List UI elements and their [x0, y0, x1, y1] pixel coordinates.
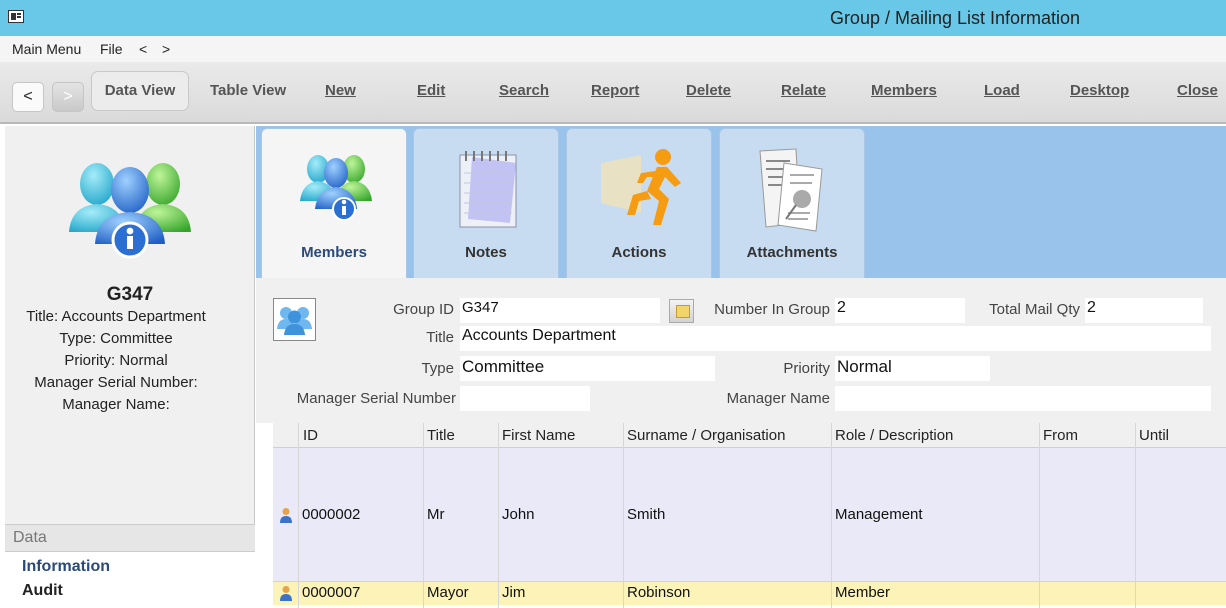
back-button[interactable]: <: [12, 82, 44, 112]
window-icon[interactable]: [8, 10, 24, 23]
audit-link[interactable]: Audit: [22, 582, 63, 600]
col-header-title[interactable]: Title: [427, 427, 455, 444]
column-divider: [1039, 423, 1040, 608]
table-view-button[interactable]: Table View: [210, 82, 286, 99]
menu-back[interactable]: <: [139, 41, 147, 57]
col-header-role[interactable]: Role / Description: [835, 427, 953, 444]
summary-manager-name: Manager Name:: [62, 396, 170, 413]
running-man-icon: [601, 149, 681, 225]
column-divider: [1135, 423, 1136, 608]
number-in-group-label: Number In Group: [714, 301, 830, 318]
group-code: G347: [106, 284, 154, 305]
cell-title: Mayor: [427, 584, 469, 601]
tab-notes[interactable]: Notes: [413, 128, 559, 278]
menu-main-menu[interactable]: Main Menu: [12, 41, 81, 57]
column-divider: [498, 423, 499, 608]
group-id-input[interactable]: G347: [460, 298, 660, 323]
column-divider: [831, 423, 832, 608]
tab-actions-label: Actions: [611, 244, 667, 261]
person-icon: [280, 586, 292, 601]
group-form: Group ID G347 Number In Group 2 Total Ma…: [256, 278, 1226, 423]
column-divider: [423, 423, 424, 608]
group-mini-icon: [277, 307, 312, 335]
forward-button[interactable]: >: [52, 82, 84, 112]
cell-id: 0000007: [302, 584, 361, 601]
cell-role: Management: [835, 506, 923, 523]
manager-serial-input[interactable]: [460, 386, 590, 411]
load-button[interactable]: Load: [984, 82, 1020, 99]
window-title: Group / Mailing List Information: [829, 8, 1081, 28]
tab-notes-label: Notes: [465, 244, 507, 261]
tab-members[interactable]: Members: [261, 128, 407, 280]
data-view-button[interactable]: Data View: [91, 71, 189, 111]
summary-title: Title: Accounts Department: [26, 308, 206, 325]
column-divider: [298, 423, 299, 608]
notepad-icon: [459, 151, 517, 228]
col-header-first-name[interactable]: First Name: [502, 427, 575, 444]
table-row-selected[interactable]: 0000007 Mayor Jim Robinson Member: [273, 581, 1226, 605]
tab-actions[interactable]: Actions: [566, 128, 712, 278]
type-label: Type: [421, 360, 454, 377]
cell-surname: Robinson: [627, 584, 691, 601]
delete-button[interactable]: Delete: [686, 82, 731, 99]
cell-role: Member: [835, 584, 891, 601]
data-section-heading: Data: [5, 524, 255, 552]
relate-button[interactable]: Relate: [781, 82, 826, 99]
data-section-links: Information Audit: [5, 552, 255, 608]
summary-priority: Priority: Normal: [64, 352, 168, 369]
title-input[interactable]: Accounts Department: [460, 326, 1211, 351]
title-bar: Group / Mailing List Information: [0, 0, 1226, 36]
cell-id: 0000002: [302, 506, 361, 523]
table-header: ID Title First Name Surname / Organisati…: [273, 423, 1226, 448]
col-header-until[interactable]: Until: [1139, 427, 1169, 444]
title-label: Title: [426, 329, 454, 346]
total-mail-qty-input[interactable]: 2: [1085, 298, 1203, 323]
members-icon: [300, 155, 372, 221]
group-members-icon: [69, 163, 191, 259]
col-header-id[interactable]: ID: [303, 427, 318, 444]
menu-bar: Main Menu File < >: [0, 36, 1226, 62]
manager-serial-label: Manager Serial Number: [296, 390, 456, 407]
summary-type: Type: Committee: [59, 330, 173, 347]
attachments-icon: [759, 148, 823, 232]
summary-panel: G347 Title: Accounts Department Type: Co…: [5, 126, 255, 608]
manager-name-input[interactable]: [835, 386, 1211, 411]
members-table: ID Title First Name Surname / Organisati…: [273, 423, 1226, 608]
group-id-label: Group ID: [393, 301, 454, 318]
col-header-surname[interactable]: Surname / Organisation: [627, 427, 785, 444]
person-icon: [280, 508, 292, 523]
summary-manager-serial: Manager Serial Number:: [34, 374, 198, 391]
tab-strip: Members Notes Actions Attachments: [256, 126, 1226, 280]
manager-name-label: Manager Name: [726, 390, 830, 407]
members-button[interactable]: Members: [871, 82, 937, 99]
close-button[interactable]: Close: [1177, 82, 1218, 99]
cell-title: Mr: [427, 506, 445, 523]
tab-attachments-label: Attachments: [746, 244, 838, 261]
cell-surname: Smith: [627, 506, 666, 523]
table-row[interactable]: 0000002 Mr John Smith Management: [273, 448, 1226, 581]
cell-first-name: John: [502, 506, 535, 523]
toolbar: < > Data View Table View New Edit Search…: [0, 62, 1226, 124]
search-button[interactable]: Search: [499, 82, 549, 99]
menu-forward[interactable]: >: [162, 41, 170, 57]
priority-label: Priority: [783, 360, 830, 377]
cell-first-name: Jim: [502, 584, 526, 601]
group-icon-button[interactable]: [273, 298, 316, 341]
type-input[interactable]: Committee: [460, 356, 715, 381]
total-mail-qty-label: Total Mail Qty: [989, 301, 1080, 318]
report-button[interactable]: Report: [591, 82, 639, 99]
menu-file[interactable]: File: [100, 41, 123, 57]
priority-input[interactable]: Normal: [835, 356, 990, 381]
col-header-from[interactable]: From: [1043, 427, 1078, 444]
tab-attachments[interactable]: Attachments: [719, 128, 865, 278]
new-button[interactable]: New: [325, 82, 356, 99]
column-divider: [623, 423, 624, 608]
main-content: Members Notes Actions Attachments Group …: [256, 126, 1226, 608]
edit-button[interactable]: Edit: [417, 82, 445, 99]
desktop-button[interactable]: Desktop: [1070, 82, 1129, 99]
tab-members-label: Members: [301, 244, 367, 261]
number-in-group-input[interactable]: 2: [835, 298, 965, 323]
information-link[interactable]: Information: [22, 558, 110, 576]
